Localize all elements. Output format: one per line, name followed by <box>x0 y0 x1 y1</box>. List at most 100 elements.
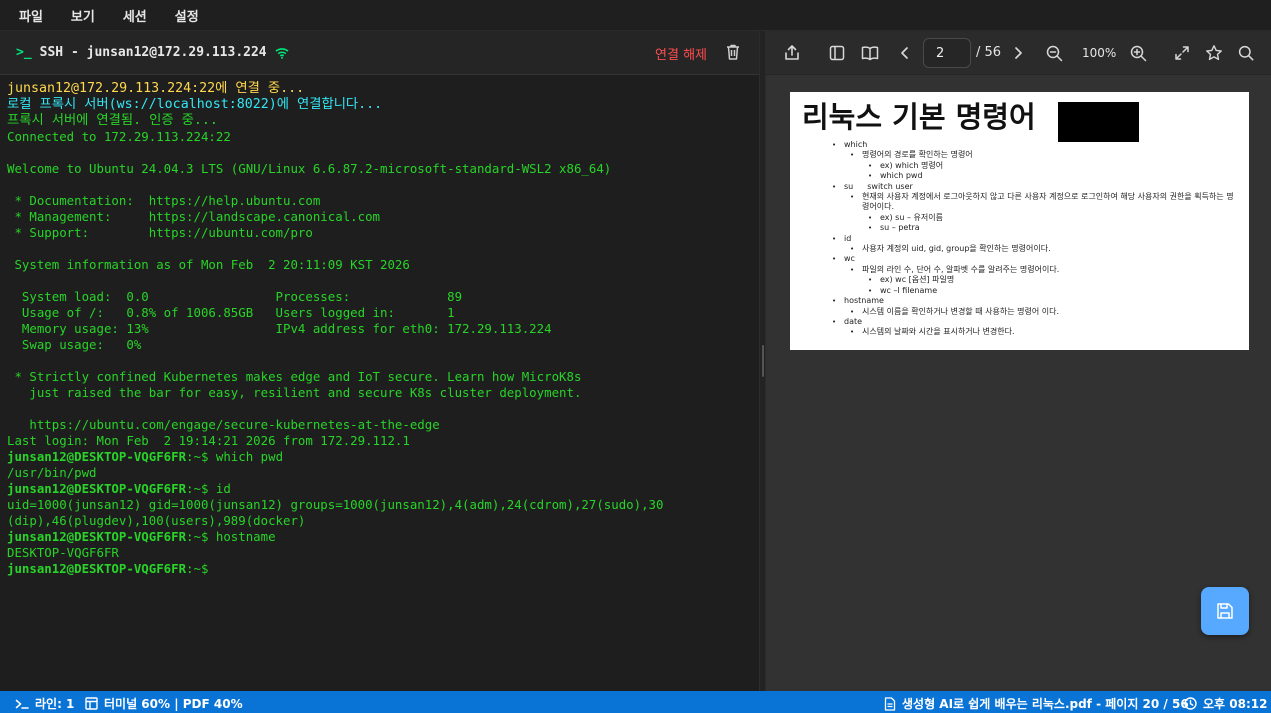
shell-command: :~$ hostname <box>186 529 276 544</box>
pdf-list-item: su – petra <box>832 223 1237 234</box>
bookmark-star-icon[interactable] <box>1204 43 1224 63</box>
pdf-page[interactable]: 리눅스 기본 명령어 which명령어의 경로를 확인하는 명령어ex) whi… <box>790 92 1249 350</box>
pdf-heading: 리눅스 기본 명령어 <box>802 100 1036 134</box>
menu-settings[interactable]: 설정 <box>165 6 209 25</box>
pdf-list-item: 사용자 계정의 uid, gid, group을 확인하는 명령어이다. <box>832 244 1237 255</box>
menu-file[interactable]: 파일 <box>9 6 53 25</box>
pdf-list-item: ex) wc [옵션] 파일명 <box>832 275 1237 286</box>
page-total: / 56 <box>976 45 1002 60</box>
pdf-list-text: 사용자 계정의 uid, gid, group을 확인하는 명령어이다. <box>862 244 1051 254</box>
pdf-list-item: su switch user <box>832 182 1237 193</box>
shell-command: :~$ which pwd <box>186 449 284 464</box>
terminal-line: uid=1000(junsan12) gid=1000(junsan12) gr… <box>7 497 664 512</box>
pdf-list-text: which pwd <box>880 171 923 181</box>
save-button[interactable] <box>1201 587 1249 635</box>
terminal-line: /usr/bin/pwd <box>7 465 97 480</box>
book-icon[interactable] <box>860 43 880 63</box>
terminal-line: Usage of /: 0.8% of 1006.85GB Users logg… <box>7 305 455 320</box>
status-layout[interactable]: 터미널 60% | PDF 40% <box>85 695 243 712</box>
shell-command: :~$ <box>186 561 209 576</box>
terminal-title: SSH - junsan12@172.29.113.224 <box>39 45 267 60</box>
search-icon[interactable] <box>1236 43 1256 63</box>
pdf-list-item: 파일의 라인 수, 단어 수, 알파벳 수를 알려주는 명령어이다. <box>832 265 1237 276</box>
shell-prompt: junsan12@DESKTOP-VQGF6FR <box>7 529 187 544</box>
terminal-line: junsan12@172.29.113.224:22에 연결 중... <box>7 81 305 96</box>
shell-prompt: junsan12@DESKTOP-VQGF6FR <box>7 449 187 464</box>
pdf-list-item: which pwd <box>832 171 1237 182</box>
next-page-icon[interactable] <box>1008 43 1028 63</box>
terminal-line: junsan12@DESKTOP-VQGF6FR:~$ which pwd <box>7 449 752 465</box>
terminal-line: * Documentation: https://help.ubuntu.com <box>7 193 321 208</box>
pdf-list-text: wc –l filename <box>880 285 938 295</box>
terminal-line: (dip),46(plugdev),100(users),989(docker) <box>7 513 306 528</box>
terminal-line: junsan12@DESKTOP-VQGF6FR:~$ hostname <box>7 529 752 545</box>
shell-prompt: junsan12@DESKTOP-VQGF6FR <box>7 481 187 496</box>
terminal-icon <box>15 699 29 709</box>
trash-icon[interactable] <box>725 43 741 61</box>
prev-page-icon[interactable] <box>895 43 915 63</box>
status-file: 생성형 AI로 쉽게 배우는 리눅스.pdf - 페이지 20 / 56 <box>884 695 1189 712</box>
shell-prompt: junsan12@DESKTOP-VQGF6FR <box>7 561 187 576</box>
terminal-line: * Management: https://landscape.canonica… <box>7 209 380 224</box>
zoom-out-icon[interactable] <box>1044 43 1064 63</box>
menu-view[interactable]: 보기 <box>61 6 105 25</box>
terminal-pane: >_ SSH - junsan12@172.29.113.224 연결 해제 j… <box>0 31 759 691</box>
terminal-line: Memory usage: 13% IPv4 address for eth0:… <box>7 321 552 336</box>
share-icon[interactable] <box>782 43 802 63</box>
terminal-line: * Support: https://ubuntu.com/pro <box>7 225 313 240</box>
status-line: 라인: 1 <box>15 695 74 712</box>
fullscreen-icon[interactable] <box>1172 43 1192 63</box>
terminal-line: DESKTOP-VQGF6FR <box>7 545 119 560</box>
pdf-redaction-box <box>1058 102 1139 142</box>
splitter-grip[interactable] <box>762 345 764 377</box>
zoom-in-icon[interactable] <box>1128 43 1148 63</box>
terminal-line: just raised the bar for easy, resilient … <box>7 385 582 400</box>
layout-icon <box>85 697 98 710</box>
pdf-list-item: ex) which 명령어 <box>832 161 1237 172</box>
document-icon <box>884 696 896 711</box>
save-icon <box>1216 602 1234 620</box>
terminal-line: 프록시 서버에 연결됨. 인증 중... <box>7 113 218 128</box>
terminal-line: System information as of Mon Feb 2 20:11… <box>7 257 410 272</box>
zoom-level: 100% <box>1082 46 1117 60</box>
sidebar-icon[interactable] <box>827 43 847 63</box>
disconnect-button[interactable]: 연결 해제 <box>655 44 707 63</box>
terminal-line: System load: 0.0 Processes: 89 <box>7 289 463 304</box>
pdf-list-item: ex) su – 유저이름 <box>832 212 1237 224</box>
pdf-list-item: 시스템의 날짜와 시간을 표시하거나 변경한다. <box>832 327 1237 338</box>
pdf-list-text: 명령어의 경로를 확인하는 명령어 <box>862 150 973 160</box>
terminal-line: Swap usage: 0% <box>7 337 142 352</box>
terminal-line: 로컬 프록시 서버(ws://localhost:8022)에 연결합니다... <box>7 97 383 112</box>
pdf-toolbar: / 56 100% <box>766 31 1271 75</box>
wifi-icon <box>275 47 289 59</box>
terminal-line: junsan12@DESKTOP-VQGF6FR:~$ id <box>7 481 752 497</box>
pdf-bullet-list: which명령어의 경로를 확인하는 명령어ex) which 명령어which… <box>832 140 1237 338</box>
page-number-input[interactable] <box>923 38 971 68</box>
terminal-line: Last login: Mon Feb 2 19:14:21 2026 from… <box>7 433 410 448</box>
pdf-list-text: su – petra <box>880 223 920 233</box>
pdf-list-text: wc <box>844 254 855 264</box>
status-file-text: 생성형 AI로 쉽게 배우는 리눅스.pdf - 페이지 20 / 56 <box>902 697 1189 711</box>
pdf-list-text: which <box>844 140 868 149</box>
terminal-line: Connected to 172.29.113.224:22 <box>7 129 231 144</box>
menu-session[interactable]: 세션 <box>113 6 157 25</box>
status-time-text: 오후 08:12 <box>1203 697 1268 711</box>
terminal-output[interactable]: junsan12@172.29.113.224:22에 연결 중... 로컬 프록… <box>0 75 759 687</box>
pdf-list-item: 명령어의 경로를 확인하는 명령어 <box>832 150 1237 161</box>
pdf-list-item: date <box>832 317 1237 328</box>
terminal-line: https://ubuntu.com/engage/secure-kuberne… <box>7 417 440 432</box>
terminal-prompt-icon: >_ <box>16 45 32 60</box>
status-line-text: 라인: 1 <box>35 697 75 711</box>
pane-splitter[interactable] <box>759 31 766 691</box>
terminal-line: Welcome to Ubuntu 24.04.3 LTS (GNU/Linux… <box>7 161 612 176</box>
status-bar: 라인: 1 터미널 60% | PDF 40% 생성형 AI로 쉽게 배우는 리… <box>0 691 1271 713</box>
status-time: 오후 08:12 <box>1184 695 1267 712</box>
pdf-list-item: hostname <box>832 296 1237 307</box>
pdf-list-text: ex) su – 유저이름 <box>880 212 943 222</box>
terminal-line: junsan12@DESKTOP-VQGF6FR:~$ <box>7 561 752 577</box>
